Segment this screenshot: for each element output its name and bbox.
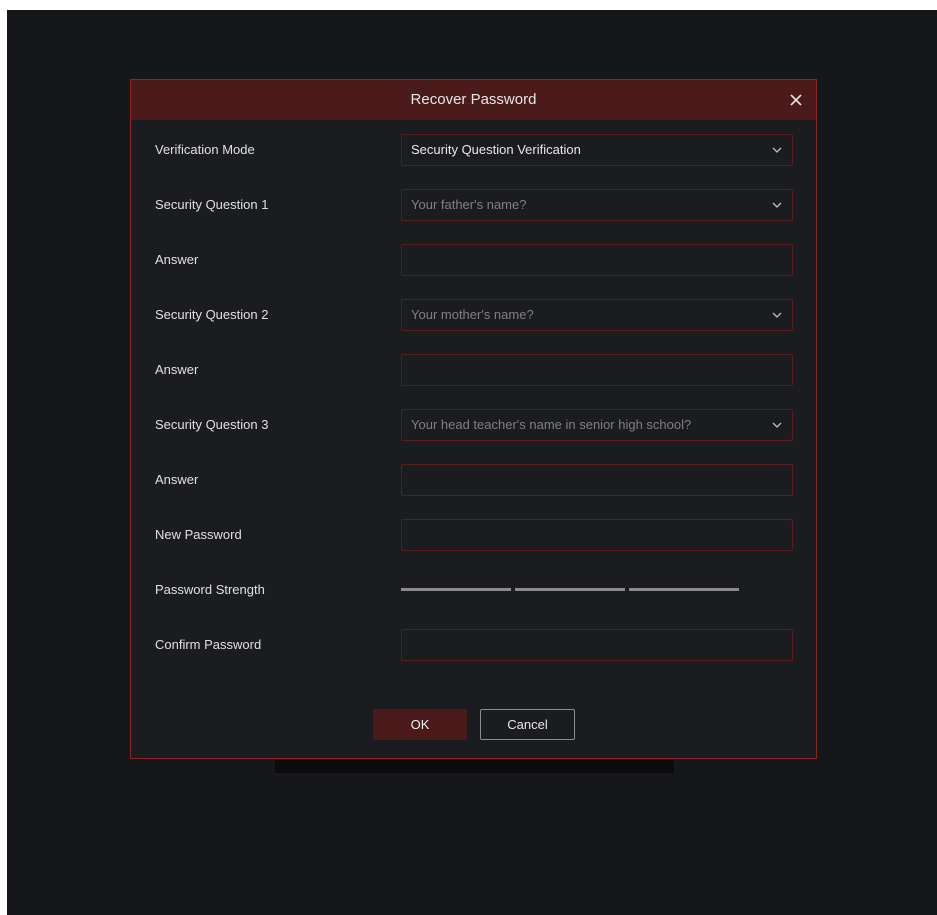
- chevron-down-icon: [772, 202, 782, 208]
- dialog-title: Recover Password: [410, 91, 537, 108]
- answer-1-input[interactable]: [401, 244, 793, 276]
- answer-2-input[interactable]: [401, 354, 793, 386]
- verification-mode-select[interactable]: Security Question Verification: [401, 134, 793, 166]
- background-panel: [275, 760, 674, 773]
- verification-mode-value: Security Question Verification: [411, 142, 581, 157]
- password-strength-label: Password Strength: [155, 582, 265, 597]
- password-strength-meter: [401, 588, 741, 592]
- strength-segment-3: [629, 588, 739, 591]
- chevron-down-icon: [772, 147, 782, 153]
- dialog-header: Recover Password: [131, 80, 816, 120]
- ok-button[interactable]: OK: [373, 709, 467, 740]
- security-question-2-value: Your mother's name?: [411, 307, 534, 322]
- security-question-3-label: Security Question 3: [155, 417, 269, 432]
- cancel-button[interactable]: Cancel: [480, 709, 575, 740]
- chevron-down-icon: [772, 312, 782, 318]
- confirm-password-label: Confirm Password: [155, 637, 262, 652]
- app-background: Recover Password Verification Mode Secur…: [7, 10, 937, 915]
- answer-1-label: Answer: [155, 252, 199, 267]
- recover-password-dialog: Recover Password Verification Mode Secur…: [130, 79, 817, 759]
- confirm-password-input[interactable]: [401, 629, 793, 661]
- chevron-down-icon: [772, 422, 782, 428]
- security-question-1-select[interactable]: Your father's name?: [401, 189, 793, 221]
- security-question-2-select[interactable]: Your mother's name?: [401, 299, 793, 331]
- new-password-label: New Password: [155, 527, 242, 542]
- security-question-1-value: Your father's name?: [411, 197, 527, 212]
- answer-3-label: Answer: [155, 472, 199, 487]
- security-question-3-select[interactable]: Your head teacher's name in senior high …: [401, 409, 793, 441]
- verification-mode-label: Verification Mode: [155, 142, 255, 157]
- strength-segment-2: [515, 588, 625, 591]
- security-question-2-label: Security Question 2: [155, 307, 269, 322]
- close-button[interactable]: [786, 90, 806, 110]
- new-password-input[interactable]: [401, 519, 793, 551]
- security-question-1-label: Security Question 1: [155, 197, 269, 212]
- answer-2-label: Answer: [155, 362, 199, 377]
- security-question-3-value: Your head teacher's name in senior high …: [411, 417, 692, 432]
- strength-segment-1: [401, 588, 511, 591]
- answer-3-input[interactable]: [401, 464, 793, 496]
- close-icon: [790, 94, 802, 106]
